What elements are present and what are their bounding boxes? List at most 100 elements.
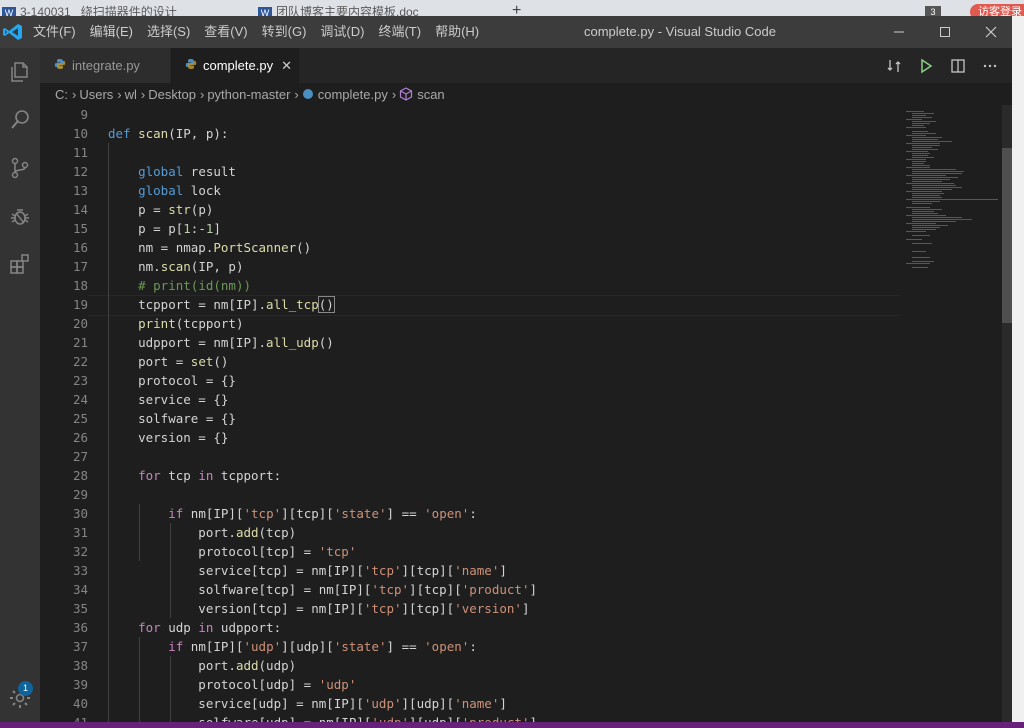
code-line[interactable]: service[tcp] = nm[IP]['tcp'][tcp]['name'… <box>108 561 928 580</box>
minimap-line <box>912 181 942 182</box>
code-token: scan <box>138 126 169 141</box>
code-line[interactable] <box>108 447 928 466</box>
menu-item[interactable]: 编辑(E) <box>83 16 140 48</box>
line-number: 35 <box>72 601 88 616</box>
close-window-button[interactable] <box>968 16 1014 48</box>
minimap-line <box>912 163 924 164</box>
more-icon[interactable] <box>976 48 1004 83</box>
code-line[interactable]: version = {} <box>108 428 928 447</box>
minimap-line <box>912 197 942 198</box>
code-line[interactable]: print(tcpport) <box>108 314 928 333</box>
line-number: 11 <box>72 145 88 160</box>
code-line[interactable]: if nm[IP]['udp'][udp]['state'] == 'open'… <box>108 637 928 656</box>
code-token: lock <box>183 183 221 198</box>
line-number: 22 <box>72 354 88 369</box>
line-number: 16 <box>72 240 88 255</box>
code-token: protocol[tcp] = <box>108 544 319 559</box>
run-icon[interactable] <box>912 48 940 83</box>
debug-icon[interactable] <box>4 200 36 232</box>
code-token: solfware = {} <box>108 411 236 426</box>
minimap-line <box>912 211 934 212</box>
code-line[interactable]: protocol[udp] = 'udp' <box>108 675 928 694</box>
tab-integrate-py[interactable]: integrate.py <box>40 48 170 83</box>
breadcrumb: C: › Users › wl › Desktop › python-master › comple… <box>40 83 1012 105</box>
search-icon[interactable] <box>4 104 36 136</box>
code-line[interactable]: udpport = nm[IP].all_udp() <box>108 333 928 352</box>
source-control-icon[interactable] <box>4 152 36 184</box>
minimap-line <box>906 183 954 184</box>
code-line[interactable]: p = str(p) <box>108 200 928 219</box>
code-line[interactable]: port = set() <box>108 352 928 371</box>
code-line[interactable]: global lock <box>108 181 928 200</box>
code-line[interactable]: port.add(tcp) <box>108 523 928 542</box>
menu-item[interactable]: 选择(S) <box>140 16 197 48</box>
code-line[interactable]: service = {} <box>108 390 928 409</box>
code-token: if <box>168 506 184 521</box>
minimap-line <box>912 117 932 118</box>
title-bar: 文件(F) 编辑(E) 选择(S) 查看(V) 转到(G) 调试(D) 终端(T) 帮助(H)… <box>0 16 1012 48</box>
line-number: 9 <box>80 107 88 122</box>
code-line[interactable]: nm = nmap.PortScanner() <box>108 238 928 257</box>
code-line[interactable] <box>108 105 928 124</box>
maximize-button[interactable] <box>922 16 968 48</box>
menu-item[interactable]: 终端(T) <box>371 16 428 48</box>
tab-label: complete.py <box>203 58 274 73</box>
scrollbar-thumb[interactable] <box>1002 148 1012 323</box>
code-token: ] <box>521 601 530 616</box>
code-token: nm = nmap. <box>108 240 214 255</box>
code-token: 'tcp' <box>363 563 402 578</box>
code-line[interactable] <box>108 485 928 504</box>
compare-icon[interactable] <box>880 48 908 83</box>
code-token: scan <box>160 259 191 274</box>
code-line[interactable]: if nm[IP]['tcp'][tcp]['state'] == 'open'… <box>108 504 928 523</box>
minimap-line <box>912 123 930 124</box>
minimize-button[interactable] <box>876 16 922 48</box>
breadcrumb-item[interactable]: scan <box>417 87 444 102</box>
line-number: 28 <box>72 468 88 483</box>
code-line[interactable]: for tcp in tcpport: <box>108 466 928 485</box>
code-token: solfware[tcp] = nm[IP][ <box>108 582 372 597</box>
code-line[interactable]: global result <box>108 162 928 181</box>
vertical-scrollbar[interactable] <box>1002 105 1012 728</box>
line-number: 40 <box>72 696 88 711</box>
code-line[interactable]: # print(id(nm)) <box>108 276 928 295</box>
code-line[interactable]: protocol[tcp] = 'tcp' <box>108 542 928 561</box>
menu-item[interactable]: 文件(F) <box>26 16 83 48</box>
code-line[interactable]: service[udp] = nm[IP]['udp'][udp]['name'… <box>108 694 928 713</box>
split-editor-icon[interactable] <box>944 48 972 83</box>
code-lines[interactable]: def scan(IP, p): global result global lo… <box>108 105 928 728</box>
breadcrumb-item[interactable]: python-master <box>207 87 290 102</box>
close-icon[interactable]: ✕ <box>281 58 292 74</box>
code-line[interactable]: solfware = {} <box>108 409 928 428</box>
code-line[interactable]: nm.scan(IP, p) <box>108 257 928 276</box>
breadcrumb-item[interactable]: Users <box>79 87 113 102</box>
extensions-icon[interactable] <box>4 248 36 280</box>
menu-item[interactable]: 转到(G) <box>255 16 314 48</box>
code-line[interactable]: port.add(udp) <box>108 656 928 675</box>
breadcrumb-item[interactable]: wl <box>125 87 137 102</box>
code-line[interactable]: protocol = {} <box>108 371 928 390</box>
minimap-line <box>912 155 928 156</box>
code-line[interactable]: version[tcp] = nm[IP]['tcp'][tcp]['versi… <box>108 599 928 618</box>
code-line[interactable]: def scan(IP, p): <box>108 124 928 143</box>
code-editor[interactable]: 9 10 11 12 13 14 15 16 17 18 19 20 21 22 23 24 25 26 27 28 2… <box>40 105 1012 728</box>
code-line[interactable]: p = p[1:-1] <box>108 219 928 238</box>
explorer-icon[interactable] <box>4 56 36 88</box>
code-line[interactable]: solfware[tcp] = nm[IP]['tcp'][tcp]['prod… <box>108 580 928 599</box>
code-token: print <box>138 316 176 331</box>
breadcrumb-item[interactable]: Desktop <box>148 87 196 102</box>
minimap[interactable] <box>898 105 1002 728</box>
minimap-line <box>912 235 930 236</box>
menu-item[interactable]: 查看(V) <box>197 16 254 48</box>
minimap-line <box>912 217 962 218</box>
code-line[interactable]: for udp in udpport: <box>108 618 928 637</box>
code-line[interactable]: tcpport = nm[IP].all_tcp() <box>108 295 928 314</box>
code-line[interactable] <box>108 143 928 162</box>
tab-complete-py[interactable]: complete.py ✕ <box>171 48 299 83</box>
breadcrumb-item[interactable]: C: <box>55 87 68 102</box>
minimap-line <box>912 171 964 172</box>
menu-item[interactable]: 帮助(H) <box>428 16 486 48</box>
menu-item[interactable]: 调试(D) <box>313 16 371 48</box>
code-token: 'udp' <box>363 696 402 711</box>
breadcrumb-item[interactable]: complete.py <box>318 87 388 102</box>
